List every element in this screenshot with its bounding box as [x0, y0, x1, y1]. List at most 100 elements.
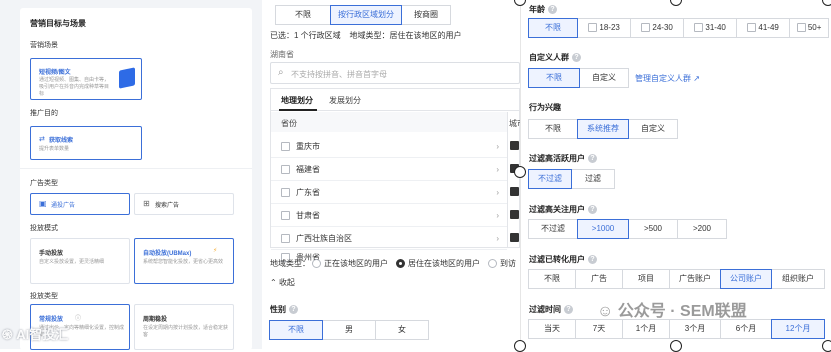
- chevron-right-icon[interactable]: ›: [496, 188, 499, 197]
- gender-unlimited[interactable]: 不限: [269, 320, 323, 340]
- behavior-options: 不限 系统推荐 自定义: [528, 119, 678, 139]
- mode-card-auto[interactable]: 自动投放(UBMax) ⚡ 系统帮您智能化投放，更省心更高效: [134, 238, 234, 284]
- chevron-right-icon[interactable]: ›: [496, 211, 499, 220]
- radio-residence[interactable]: [396, 259, 405, 268]
- help-icon[interactable]: ?: [572, 53, 581, 63]
- province-checkbox[interactable]: [281, 187, 290, 197]
- converted-org-account[interactable]: 组织账户: [771, 269, 825, 289]
- age-unlimited[interactable]: 不限: [528, 18, 578, 38]
- follow-gt-1000[interactable]: >1000: [577, 219, 629, 239]
- active-filter[interactable]: 过滤: [571, 169, 615, 189]
- province-checkbox[interactable]: [281, 141, 290, 151]
- ad-type-search-button[interactable]: ⊞ 搜索广告: [134, 193, 234, 215]
- province-row[interactable]: 广西壮族自治区 ›: [271, 227, 507, 250]
- behavior-recommended[interactable]: 系统推荐: [577, 119, 629, 139]
- resize-handle[interactable]: [670, 340, 682, 352]
- scene-card-video[interactable]: 短视频/图文 通过短视频、图集、自由卡等，吸引用户在抖音内完成种草等目标: [30, 58, 142, 100]
- chevron-right-icon[interactable]: ›: [496, 165, 499, 174]
- city-checkbox-4[interactable]: [510, 210, 519, 219]
- region-type-option-visited[interactable]: 到访: [500, 258, 516, 269]
- collapse-button[interactable]: ⌃ 收起: [270, 277, 295, 288]
- province-name: 重庆市: [296, 141, 320, 151]
- province-row[interactable]: 福建省 ›: [271, 158, 507, 181]
- age-checkbox: [796, 23, 806, 33]
- ad-type-search-label: 搜索广告: [155, 203, 180, 209]
- chevron-right-icon[interactable]: ›: [496, 142, 499, 151]
- age-41-49[interactable]: 41-49: [736, 18, 790, 38]
- custom-define[interactable]: 自定义: [579, 68, 629, 88]
- follow-gt-500[interactable]: >500: [628, 219, 678, 239]
- age-31-40[interactable]: 31-40: [683, 18, 737, 38]
- province-checkbox[interactable]: [281, 164, 290, 174]
- time-12-months[interactable]: 12个月: [771, 319, 825, 339]
- help-icon[interactable]: ?: [548, 5, 557, 15]
- converted-ad-account[interactable]: 广告账户: [669, 269, 721, 289]
- bid-card-cycle[interactable]: 周期稳投 在设定周期内按计划投放，适合稳定获客: [134, 304, 234, 350]
- filter-time-label: 过滤时间?: [529, 304, 573, 315]
- ad-type-general-button[interactable]: ▣ 通投广告: [30, 193, 130, 215]
- province-row[interactable]: 重庆市 ›: [271, 135, 507, 158]
- age-50-plus[interactable]: 50+: [789, 18, 829, 38]
- goal-label: 推广目的: [30, 110, 58, 117]
- city-checkbox-1[interactable]: [510, 141, 519, 150]
- tab-geographic[interactable]: 地理划分: [281, 95, 313, 106]
- region-search-input[interactable]: ⌕ 不支持按拼音、拼音首字母: [270, 62, 520, 84]
- wechat-icon: ☺: [597, 303, 614, 320]
- radio-visited[interactable]: [488, 259, 497, 268]
- time-3-months[interactable]: 3个月: [669, 319, 721, 339]
- behavior-custom[interactable]: 自定义: [628, 119, 678, 139]
- time-6-months[interactable]: 6个月: [720, 319, 772, 339]
- region-type-option-current[interactable]: 正在该地区的用户: [324, 258, 388, 269]
- active-no-filter[interactable]: 不过滤: [528, 169, 572, 189]
- resize-handle[interactable]: [514, 166, 526, 178]
- behavior-unlimited[interactable]: 不限: [528, 119, 578, 139]
- help-icon[interactable]: ?: [588, 255, 597, 265]
- help-icon[interactable]: ?: [588, 154, 597, 164]
- custom-audience-label-text: 自定义人群: [529, 53, 569, 62]
- time-7-days[interactable]: 7天: [575, 319, 623, 339]
- region-type-option-residence[interactable]: 居住在该地区的用户: [408, 258, 480, 269]
- resize-handle[interactable]: [822, 340, 831, 352]
- province-row[interactable]: 广东省 ›: [271, 181, 507, 204]
- city-checkbox-5[interactable]: [510, 233, 519, 242]
- province-checkbox[interactable]: [281, 233, 290, 243]
- time-1-month[interactable]: 1个月: [622, 319, 670, 339]
- gender-female[interactable]: 女: [375, 320, 429, 340]
- resize-handle[interactable]: [514, 340, 526, 352]
- age-option-label: 50+: [807, 23, 822, 32]
- marketing-goal-panel: 营销目标与场景 营销场景 短视频/图文 通过短视频、图集、自由卡等，吸引用户在抖…: [0, 0, 262, 350]
- city-checkbox-3[interactable]: [510, 187, 519, 196]
- custom-unlimited[interactable]: 不限: [528, 68, 580, 88]
- age-18-23[interactable]: 18-23: [577, 18, 631, 38]
- converted-unlimited[interactable]: 不限: [528, 269, 576, 289]
- province-list: 重庆市 › 福建省 › 广东省 › 甘肃省 › 广西壮族自治区 › 贵州省: [271, 135, 507, 264]
- custom-audience-label: 自定义人群?: [529, 52, 581, 63]
- province-checkbox[interactable]: [281, 210, 290, 220]
- tab-development[interactable]: 发展划分: [329, 95, 361, 106]
- follow-no-filter[interactable]: 不过滤: [528, 219, 578, 239]
- gender-label: 性别?: [270, 304, 298, 315]
- tab-by-admin-region[interactable]: 按行政区域划分: [330, 5, 402, 25]
- converted-company-account[interactable]: 公司账户: [720, 269, 772, 289]
- manage-custom-audience-link[interactable]: 管理自定义人群 ↗: [635, 73, 700, 84]
- age-checkbox: [588, 23, 598, 33]
- filter-time-label-text: 过滤时间: [529, 305, 561, 314]
- time-today[interactable]: 当天: [528, 319, 576, 339]
- tab-by-business-district[interactable]: 按商圈: [401, 5, 451, 25]
- tab-unlimited[interactable]: 不限: [275, 5, 331, 25]
- converted-project[interactable]: 项目: [622, 269, 670, 289]
- age-24-30[interactable]: 24-30: [630, 18, 684, 38]
- province-row[interactable]: 甘肃省 ›: [271, 204, 507, 227]
- goal-card-leads[interactable]: ⇄ 获取线索 提升表单数量: [30, 126, 142, 160]
- help-icon[interactable]: ?: [289, 305, 298, 315]
- help-icon[interactable]: ?: [588, 205, 597, 215]
- follow-gt-200[interactable]: >200: [677, 219, 727, 239]
- help-icon[interactable]: ?: [564, 305, 573, 315]
- converted-ad[interactable]: 广告: [575, 269, 623, 289]
- chevron-right-icon[interactable]: ›: [496, 234, 499, 243]
- gender-male[interactable]: 男: [322, 320, 376, 340]
- radio-current-location[interactable]: [312, 259, 321, 268]
- video-icon: [119, 67, 135, 89]
- province-label: 湖南省: [270, 50, 294, 59]
- mode-card-manual[interactable]: 手动投放 自定义投放设置，更灵活精细: [30, 238, 130, 284]
